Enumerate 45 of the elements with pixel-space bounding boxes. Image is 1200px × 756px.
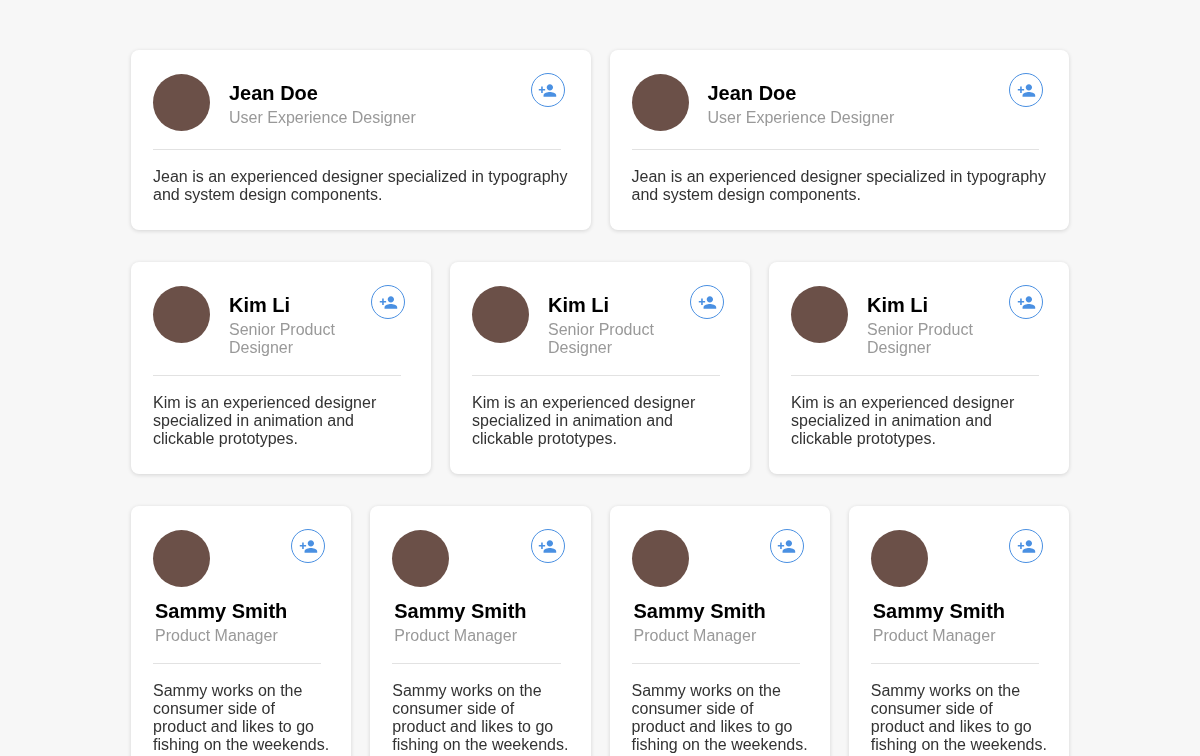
- bio-text: Jean is an experienced designer specialized in typography and system design components.: [631, 168, 1047, 204]
- avatar-placeholder: [791, 286, 848, 343]
- add-person-button[interactable]: [690, 285, 724, 319]
- add-person-button[interactable]: [291, 529, 326, 563]
- job-title: Product Manager: [394, 627, 518, 645]
- avatar-placeholder: [153, 286, 210, 343]
- add-person-button[interactable]: [1009, 285, 1043, 319]
- avatar-placeholder: [153, 530, 210, 587]
- person-name: Sammy Smith: [155, 599, 289, 623]
- add-person-button[interactable]: [530, 529, 565, 563]
- bio-text: Sammy works on the consumer side of product and likes to go fishing on the weekends.: [392, 682, 570, 754]
- add-person-button[interactable]: [530, 73, 565, 107]
- person-name: Sammy Smith: [633, 599, 767, 623]
- job-title: Product Manager: [872, 627, 997, 645]
- bio-text: Kim is an experienced designer specialized in animation and clickable prototypes.: [791, 394, 1016, 448]
- avatar-placeholder: [392, 530, 450, 587]
- avatar-placeholder: [153, 74, 210, 131]
- avatar-placeholder: [870, 530, 928, 587]
- person-name: Kim Li: [548, 293, 611, 317]
- job-title: Product Manager: [633, 627, 758, 645]
- person-name: Sammy Smith: [394, 599, 528, 623]
- add-person-button[interactable]: [769, 529, 804, 563]
- bio-text: Jean is an experienced designer specialized in typography and system design components.: [153, 168, 569, 204]
- avatar-placeholder: [472, 286, 529, 343]
- add-person-button[interactable]: [1009, 73, 1043, 107]
- person-name: Sammy Smith: [872, 599, 1006, 623]
- job-title: Senior Product Designer: [548, 321, 655, 357]
- person-name: Jean Doe: [229, 81, 319, 105]
- job-title: User Experience Designer: [229, 109, 417, 127]
- bio-text: Kim is an experienced designer specialized in animation and clickable prototypes.: [472, 394, 697, 448]
- bio-text: Sammy works on the consumer side of product and likes to go fishing on the weekends.: [153, 682, 331, 754]
- job-title: User Experience Designer: [707, 109, 896, 127]
- add-person-button[interactable]: [371, 285, 405, 319]
- avatar-placeholder: [631, 530, 689, 587]
- bio-text: Sammy works on the consumer side of product and likes to go fishing on the weekends.: [631, 682, 809, 754]
- bio-text: Sammy works on the consumer side of product and likes to go fishing on the weekends.: [870, 682, 1048, 754]
- bio-text: Kim is an experienced designer specialized in animation and clickable prototypes.: [153, 394, 378, 448]
- person-name: Kim Li: [229, 293, 292, 317]
- job-title: Senior Product Designer: [229, 321, 336, 357]
- job-title: Product Manager: [155, 627, 279, 645]
- person-name: Jean Doe: [707, 81, 798, 105]
- job-title: Senior Product Designer: [867, 321, 974, 357]
- add-person-button[interactable]: [1009, 529, 1043, 563]
- avatar-placeholder: [631, 74, 689, 131]
- person-name: Kim Li: [867, 293, 930, 317]
